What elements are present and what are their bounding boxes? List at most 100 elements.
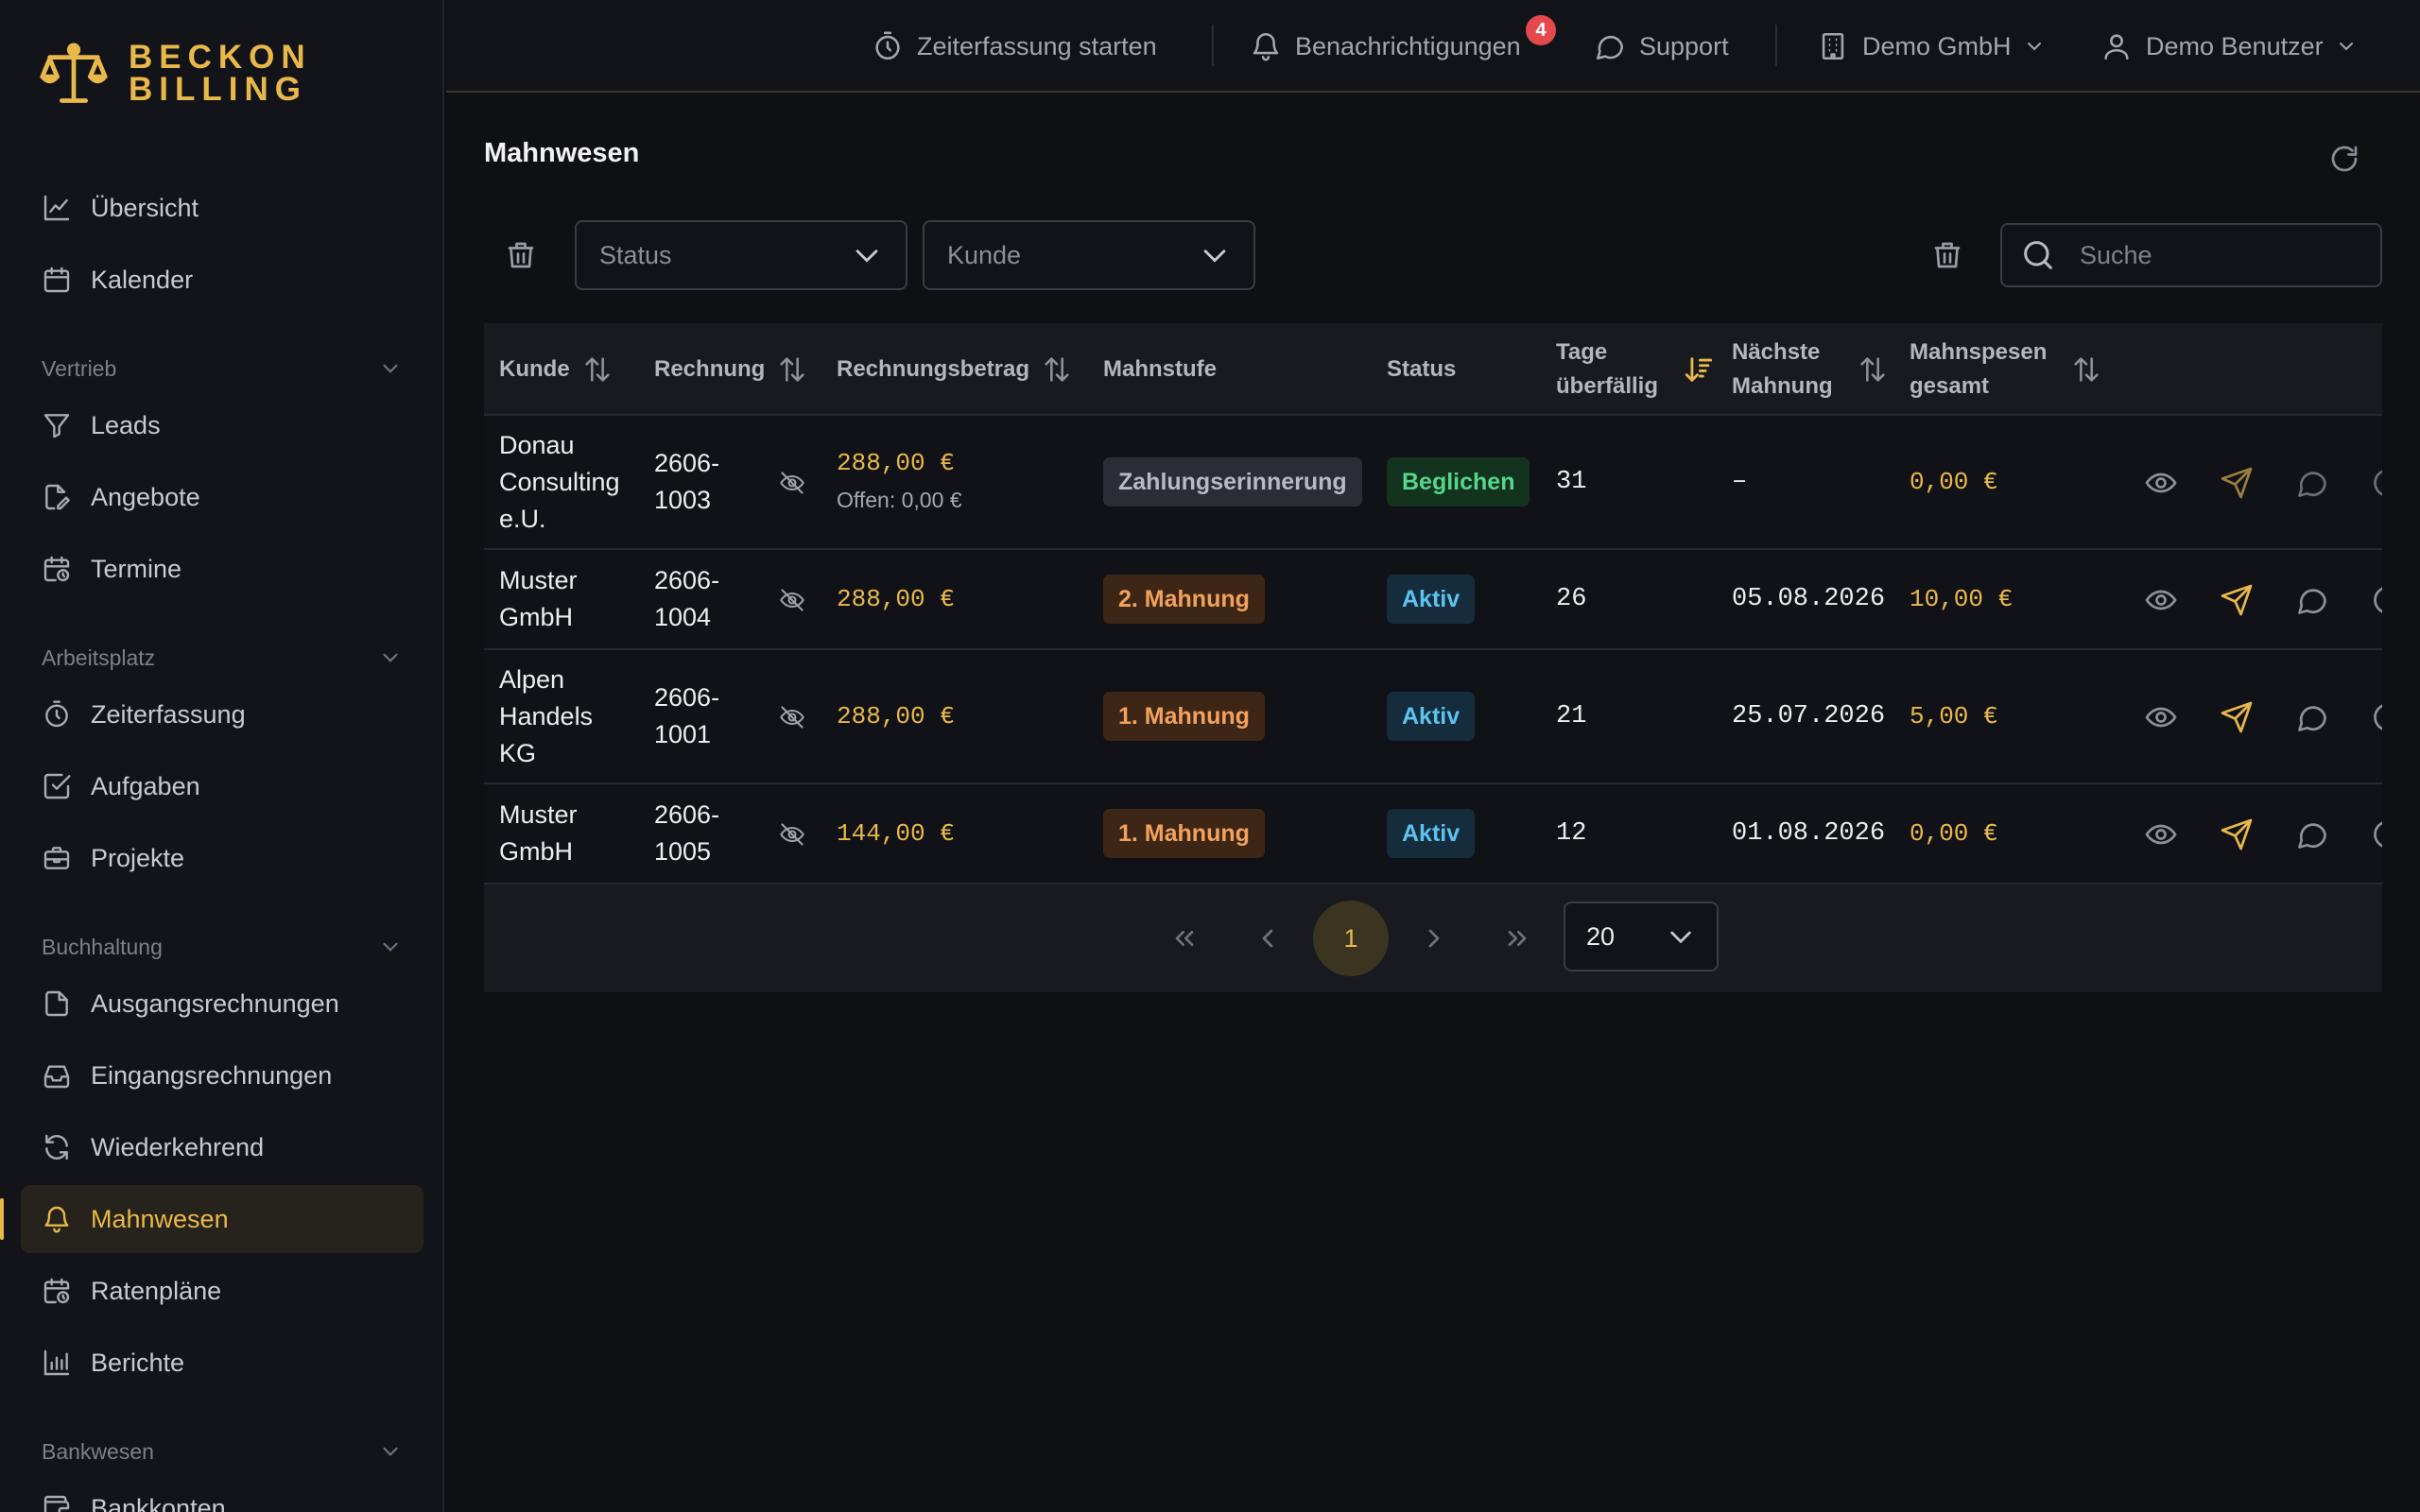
section-title: Buchhaltung — [42, 934, 163, 959]
sidebar-item-outgoing-invoices[interactable]: Ausgangsrechnungen — [21, 970, 424, 1038]
cell-status: Beglichen — [1387, 416, 1530, 548]
clear-filters-trash-icon[interactable] — [504, 238, 538, 272]
comment-icon[interactable] — [2295, 817, 2329, 851]
eye-off-icon[interactable] — [779, 821, 805, 848]
sidebar-item-projects[interactable]: Projekte — [21, 824, 424, 892]
sidebar-item-label: Mahnwesen — [91, 1204, 229, 1233]
send-reminder-icon[interactable] — [2220, 466, 2254, 500]
sidebar-item-label: Ausgangsrechnungen — [91, 988, 339, 1018]
sort-icon[interactable] — [2070, 353, 2102, 386]
user-icon — [2100, 30, 2133, 62]
chevron-left-icon — [1253, 923, 1283, 954]
comment-icon[interactable] — [2295, 700, 2329, 734]
previous-page-button[interactable] — [1236, 907, 1299, 970]
sidebar-item-dunning[interactable]: Mahnwesen — [0, 1185, 424, 1253]
start-time-tracking-button[interactable]: Zeiterfassung starten — [872, 23, 1157, 70]
column-label: Mahnstufe — [1103, 356, 1217, 382]
customer-filter-select[interactable]: Kunde — [923, 220, 1255, 290]
scales-icon — [38, 38, 110, 110]
sidebar-item-calendar[interactable]: Kalender — [21, 246, 424, 314]
view-eye-icon[interactable] — [2144, 700, 2178, 734]
user-menu[interactable]: Demo Benutzer — [2100, 23, 2358, 70]
sort-icon[interactable] — [581, 353, 614, 386]
status-filter-select[interactable]: Status — [575, 220, 908, 290]
sidebar-item-overview[interactable]: Übersicht — [21, 174, 424, 242]
eye-off-icon[interactable] — [779, 587, 805, 613]
page-button-current[interactable]: 1 — [1313, 901, 1389, 976]
cell-dunning-level: 2. Mahnung — [1103, 550, 1265, 648]
send-reminder-icon[interactable] — [2220, 817, 2254, 851]
more-actions-icon[interactable] — [2371, 700, 2382, 734]
table-row[interactable]: Muster GmbH 2606-1004 288,00 € 2. Mahnun… — [484, 550, 2382, 650]
brand-logo[interactable]: BECKON BILLING — [38, 38, 312, 110]
sidebar-item-incoming-invoices[interactable]: Eingangsrechnungen — [21, 1041, 424, 1109]
section-bankwesen[interactable]: Bankwesen — [21, 1429, 424, 1474]
comment-icon[interactable] — [2295, 583, 2329, 617]
notifications-button[interactable]: Benachrichtigungen — [1250, 23, 1521, 70]
sidebar-item-tasks[interactable]: Aufgaben — [21, 752, 424, 820]
dunning-table: Kunde Rechnung Rechnungsbetrag Mahnstufe… — [484, 323, 2382, 992]
sidebar-item-time-tracking[interactable]: Zeiterfassung — [21, 680, 424, 748]
status-badge: Aktiv — [1387, 809, 1476, 858]
dunning-level-badge: 1. Mahnung — [1103, 692, 1265, 741]
send-reminder-icon[interactable] — [2220, 700, 2254, 734]
search-input[interactable] — [2080, 240, 2363, 270]
table-row[interactable]: Muster GmbH 2606-1005 144,00 € 1. Mahnun… — [484, 784, 2382, 885]
sidebar-item-label: Berichte — [91, 1348, 185, 1377]
more-actions-icon[interactable] — [2371, 817, 2382, 851]
sidebar-item-label: Termine — [91, 554, 182, 583]
sidebar-item-appointments[interactable]: Termine — [21, 535, 424, 603]
sidebar-item-leads[interactable]: Leads — [21, 391, 424, 459]
sort-icon[interactable] — [776, 353, 808, 386]
comment-icon[interactable] — [2295, 466, 2329, 500]
sidebar-item-label: Eingangsrechnungen — [91, 1060, 333, 1090]
sidebar-item-offers[interactable]: Angebote — [21, 463, 424, 531]
sidebar-item-bank-accounts[interactable]: Bankkonten — [21, 1474, 424, 1512]
table-row[interactable]: Donau Consulting e.U. 2606-1003 288,00 €… — [484, 416, 2382, 550]
status-filter-placeholder: Status — [599, 240, 672, 269]
table-row[interactable]: Alpen Handels KG 2606-1001 288,00 € 1. M… — [484, 650, 2382, 784]
sort-icon[interactable] — [1041, 353, 1073, 386]
cell-dunning-fees: 5,00 € — [1910, 701, 1998, 730]
sidebar-item-recurring[interactable]: Wiederkehrend — [21, 1113, 424, 1181]
view-eye-icon[interactable] — [2144, 583, 2178, 617]
column-header-invoice: Rechnung — [654, 323, 808, 416]
sidebar-item-reports[interactable]: Berichte — [21, 1329, 424, 1397]
column-header-amount: Rechnungsbetrag — [837, 323, 1073, 416]
sort-descending-icon[interactable] — [1683, 353, 1715, 386]
refresh-icon[interactable] — [2327, 142, 2361, 176]
building-icon — [1817, 30, 1849, 62]
cell-customer: Muster GmbH — [499, 800, 578, 866]
section-vertrieb[interactable]: Vertrieb — [21, 346, 424, 391]
chevron-down-icon — [378, 1439, 403, 1464]
open-amount: Offen: 0,00 € — [837, 488, 962, 512]
last-page-button[interactable] — [1486, 907, 1548, 970]
support-label: Support — [1639, 31, 1729, 60]
view-eye-icon[interactable] — [2144, 466, 2178, 500]
more-actions-icon[interactable] — [2371, 583, 2382, 617]
bell-icon — [1250, 30, 1282, 62]
company-switcher[interactable]: Demo GmbH — [1817, 23, 2046, 70]
next-page-button[interactable] — [1403, 907, 1465, 970]
sort-icon[interactable] — [1857, 353, 1889, 386]
send-reminder-icon[interactable] — [2220, 583, 2254, 617]
section-arbeitsplatz[interactable]: Arbeitsplatz — [21, 635, 424, 680]
clear-search-trash-icon[interactable] — [1930, 238, 1964, 272]
cell-days-overdue: 26 — [1556, 584, 1587, 613]
chevrons-left-icon — [1169, 923, 1200, 954]
eye-off-icon[interactable] — [779, 470, 805, 496]
chevron-down-icon — [2335, 35, 2358, 58]
page-size-select[interactable]: 20 — [1564, 902, 1719, 971]
section-buchhaltung[interactable]: Buchhaltung — [21, 924, 424, 970]
cell-dunning-fees: 10,00 € — [1910, 584, 2014, 613]
sidebar-item-installment-plans[interactable]: Ratenpläne — [21, 1257, 424, 1325]
chevron-down-icon — [2023, 35, 2046, 58]
view-eye-icon[interactable] — [2144, 817, 2178, 851]
first-page-button[interactable] — [1153, 907, 1216, 970]
cell-customer: Muster GmbH — [499, 566, 578, 631]
eye-off-icon[interactable] — [779, 704, 805, 730]
cell-invoice: 2606-1005 — [654, 800, 720, 866]
support-button[interactable]: Support — [1594, 23, 1729, 70]
cell-amount: 288,00 € — [837, 701, 955, 730]
more-actions-icon[interactable] — [2371, 466, 2382, 500]
